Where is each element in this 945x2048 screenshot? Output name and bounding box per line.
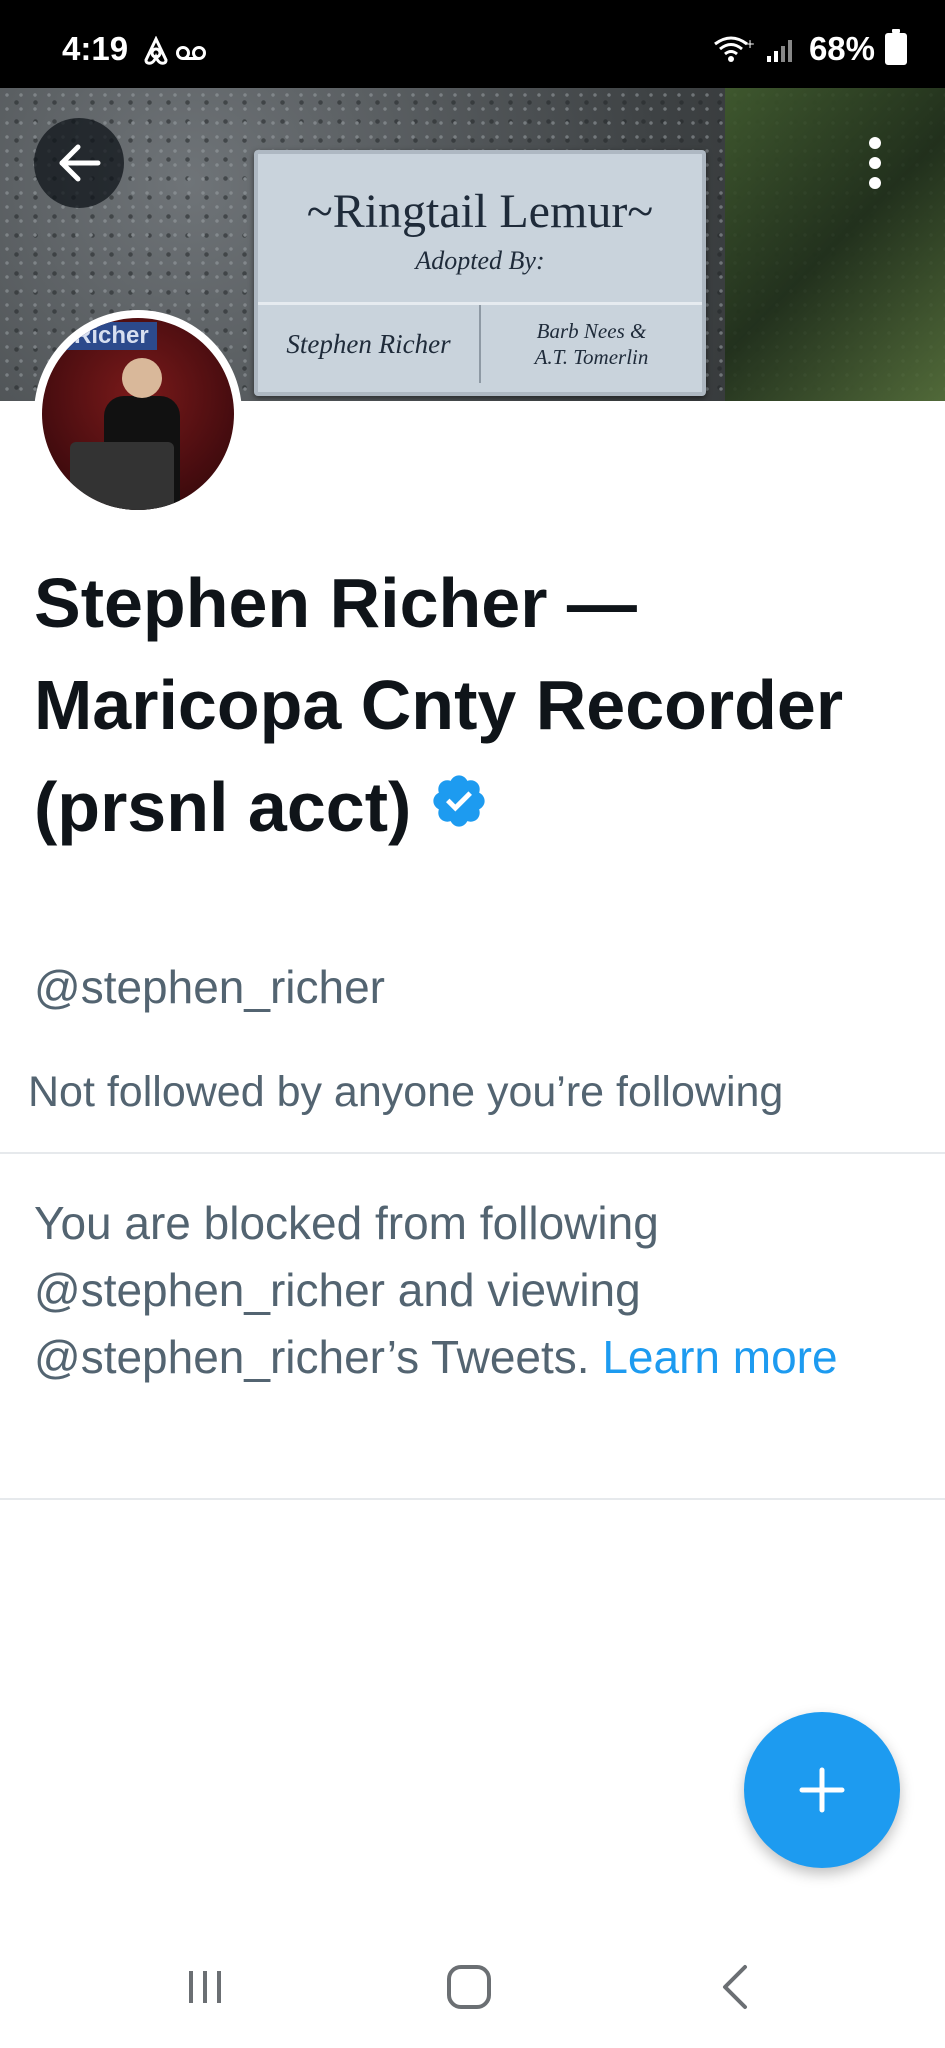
recent-apps-icon — [189, 1971, 221, 2003]
status-bar: 4:19 + 68% — [0, 0, 945, 88]
recent-apps-button[interactable] — [160, 1952, 250, 2022]
plus-icon — [799, 1767, 845, 1813]
system-nav-bar — [0, 1930, 945, 2048]
status-left-icons — [143, 35, 223, 71]
home-icon — [447, 1965, 491, 2009]
plaque-name-right: Barb Nees & A.T. Tomerlin — [481, 305, 702, 383]
plaque-name-right-line1: Barb Nees & — [536, 319, 647, 343]
verified-badge-icon — [429, 756, 489, 858]
avatar-head — [122, 358, 162, 398]
plaque-name-left: Stephen Richer — [258, 305, 481, 383]
wifi-icon: + — [714, 36, 755, 62]
plaque-name-right-line2: A.T. Tomerlin — [534, 345, 649, 369]
status-time: 4:19 — [62, 30, 129, 67]
home-button[interactable] — [424, 1952, 514, 2022]
compose-tweet-button[interactable] — [744, 1712, 900, 1868]
svg-text:+: + — [745, 37, 755, 51]
chevron-left-icon — [723, 1965, 747, 2009]
more-vertical-icon — [869, 137, 881, 189]
back-nav-button[interactable] — [690, 1952, 780, 2022]
blocked-text: You are blocked from following @stephen_… — [34, 1197, 659, 1383]
followers-you-know: Not followed by anyone you’re following — [28, 1068, 784, 1116]
avatar-banner-text: Richer — [66, 322, 157, 350]
blocked-notice: You are blocked from following @stephen_… — [34, 1190, 894, 1391]
battery-icon — [885, 29, 907, 65]
profile-display-name: Stephen Richer —Maricopa Cnty Recorder (… — [34, 552, 894, 864]
airbnb-icon — [144, 35, 168, 65]
divider — [0, 1498, 945, 1500]
plaque-subtitle: Adopted By: — [415, 246, 545, 275]
avatar-podium — [70, 442, 174, 510]
plaque-names: Stephen Richer Barb Nees & A.T. Tomerlin — [258, 302, 702, 383]
back-button[interactable] — [34, 118, 124, 208]
avatar[interactable]: Richer — [34, 310, 242, 518]
signal-icon — [766, 40, 792, 62]
adoption-plaque: ~Ringtail Lemur~ Adopted By: Stephen Ric… — [254, 150, 706, 396]
voicemail-icon — [176, 46, 206, 60]
learn-more-link[interactable]: Learn more — [602, 1331, 837, 1383]
arrow-left-icon — [59, 144, 101, 182]
status-right: + 68% — [711, 29, 907, 68]
more-options-button[interactable] — [835, 118, 915, 208]
battery-percent: 68% — [808, 30, 875, 67]
divider — [0, 1152, 945, 1154]
profile-handle: @stephen_richer — [34, 961, 385, 1013]
plaque-title: ~Ringtail Lemur~ — [306, 185, 654, 238]
avatar-image: Richer — [42, 318, 234, 510]
